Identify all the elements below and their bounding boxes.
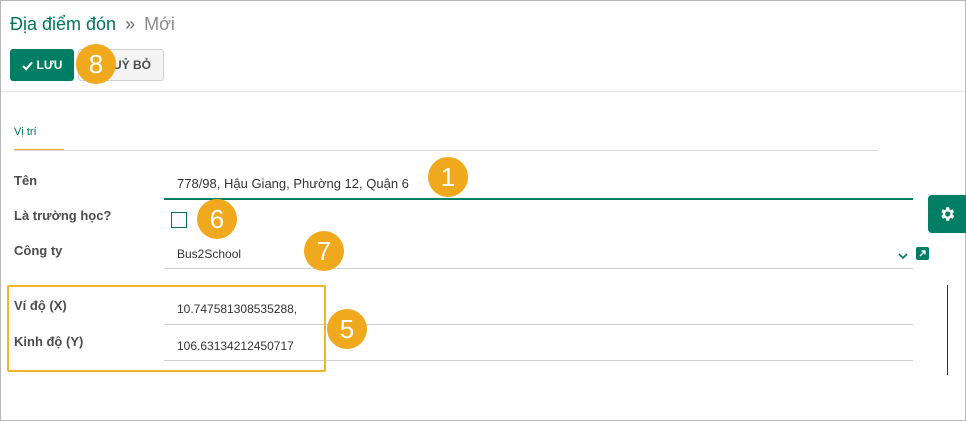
name-input-underline xyxy=(164,198,913,200)
coordinates-highlight xyxy=(7,285,326,372)
annotation-badge-7: 7 xyxy=(304,231,344,271)
is-school-checkbox[interactable] xyxy=(171,212,187,228)
annotation-badge-1: 1 xyxy=(428,157,468,197)
tab-bar-line xyxy=(14,150,878,151)
chevron-down-icon[interactable] xyxy=(898,249,908,263)
is-school-label: Là trường học? xyxy=(14,208,112,223)
settings-button[interactable] xyxy=(928,195,966,233)
vertical-divider xyxy=(947,285,948,375)
gear-icon xyxy=(941,207,955,221)
company-select[interactable]: Bus2School xyxy=(177,247,241,261)
annotation-badge-6: 6 xyxy=(197,199,237,239)
breadcrumb: Địa điểm đón » Mới xyxy=(10,14,175,35)
save-button[interactable]: LƯU xyxy=(10,49,74,81)
save-button-label: LƯU xyxy=(36,58,63,72)
annotation-badge-8: 8 xyxy=(76,44,116,84)
annotation-badge-5: 5 xyxy=(327,309,367,349)
name-label: Tên xyxy=(14,173,38,188)
breadcrumb-parent-link[interactable]: Địa điểm đón xyxy=(10,14,116,34)
name-input[interactable]: 778/98, Hậu Giang, Phường 12, Quận 6 xyxy=(177,176,409,191)
toolbar-divider xyxy=(1,91,965,92)
tab-location[interactable]: Vị trí xyxy=(14,126,37,138)
company-underline xyxy=(164,268,913,269)
check-icon xyxy=(21,61,33,71)
company-label: Công ty xyxy=(14,243,63,258)
external-link-icon[interactable] xyxy=(916,247,929,260)
discard-button-label: UỶ BỎ xyxy=(112,58,151,72)
breadcrumb-separator: » xyxy=(125,14,136,34)
breadcrumb-current: Mới xyxy=(144,14,175,34)
